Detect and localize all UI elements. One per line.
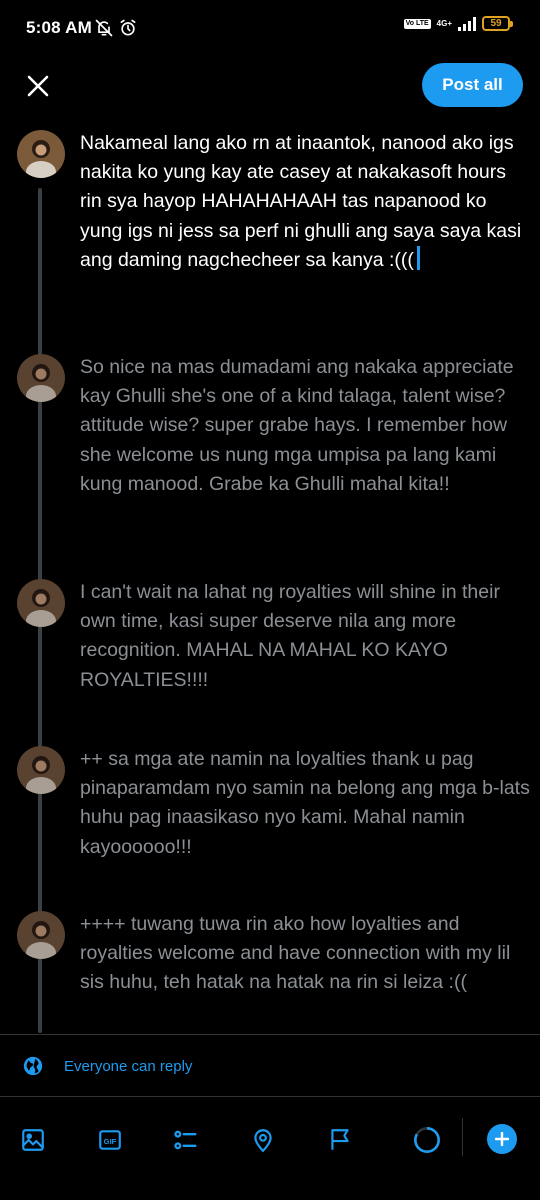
add-post-icon — [495, 1132, 509, 1146]
battery-level: 59 — [490, 18, 502, 29]
flag-icon — [331, 1129, 349, 1150]
char-counter-icon — [414, 1127, 440, 1153]
battery-icon: 59 — [482, 16, 513, 31]
thread-post-text[interactable]: So nice na mas dumadami ang nakaka appre… — [80, 353, 530, 499]
gif-button[interactable]: GIF — [92, 1122, 128, 1158]
flag-button[interactable] — [322, 1122, 358, 1158]
location-button[interactable] — [245, 1122, 281, 1158]
avatar[interactable] — [17, 911, 65, 959]
avatar[interactable] — [17, 354, 65, 402]
svg-text:GIF: GIF — [104, 1137, 117, 1146]
network-type: 4G+ — [436, 19, 452, 28]
add-post-button[interactable] — [487, 1124, 517, 1154]
close-button[interactable] — [22, 70, 54, 102]
reply-setting-label: Everyone can reply — [64, 1057, 193, 1075]
status-right-cluster: Vo LTE 4G+ 59 — [403, 16, 513, 31]
location-icon — [254, 1129, 272, 1153]
thread-post-text[interactable]: ++ sa mga ate namin na loyalties thank u… — [80, 745, 530, 862]
thread-post-text[interactable]: I can't wait na lahat ng royalties will … — [80, 578, 530, 695]
divider — [0, 1034, 540, 1035]
poll-button[interactable] — [168, 1122, 204, 1158]
status-bar: 5:08 AM Vo LTE 4G+ 59 — [0, 0, 540, 60]
compose-toolbar: GIF — [0, 1096, 540, 1200]
image-icon — [22, 1129, 44, 1151]
toolbar-separator — [462, 1118, 463, 1156]
bell-off-icon — [94, 18, 114, 43]
poll-icon — [174, 1130, 197, 1150]
signal-icon — [458, 16, 476, 31]
thread-post-text[interactable]: ++++ tuwang tuwa rin ako how loyalties a… — [80, 910, 530, 998]
post-all-button[interactable]: Post all — [422, 63, 523, 107]
character-counter — [409, 1122, 445, 1158]
close-icon — [27, 75, 49, 97]
text-cursor — [416, 245, 420, 270]
alarm-icon — [118, 18, 138, 43]
gif-icon: GIF — [99, 1130, 121, 1150]
avatar[interactable] — [17, 746, 65, 794]
status-time: 5:08 AM — [26, 18, 92, 37]
reply-setting-button[interactable]: Everyone can reply — [22, 1055, 192, 1077]
volte-badge: Vo LTE — [403, 18, 431, 29]
image-button[interactable] — [15, 1122, 51, 1158]
compose-text-field[interactable]: Nakameal lang ako rn at inaantok, nanood… — [80, 129, 530, 275]
avatar[interactable] — [17, 130, 65, 178]
globe-icon — [23, 1056, 43, 1076]
avatar[interactable] — [17, 579, 65, 627]
